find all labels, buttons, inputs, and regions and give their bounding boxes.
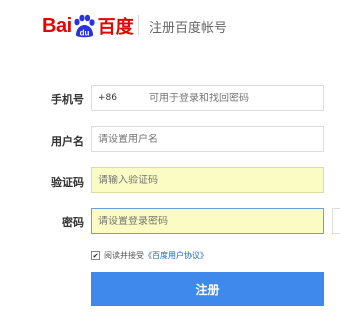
svg-text:du: du [79,29,89,38]
phone-label: 手机号 [51,93,84,106]
password-input[interactable] [98,215,323,227]
username-label: 用户名 [51,135,84,148]
header-divider [138,15,139,35]
paw-icon: du [74,14,95,38]
side-panel-tab[interactable] [332,208,340,234]
agree-text: 阅读并接受 [104,251,144,260]
logo-text-chinese: 百度 [97,17,134,38]
username-field[interactable] [91,126,324,152]
page-title: 注册百度帐号 [149,21,228,36]
phone-field[interactable]: +86 [91,85,324,111]
captcha-field[interactable] [91,167,324,193]
username-input[interactable] [98,133,323,145]
logo-text-bai: Bai [42,14,72,37]
captcha-input[interactable] [98,174,323,186]
phone-input[interactable] [149,92,323,104]
country-code-prefix[interactable]: +86 [98,93,117,103]
password-field[interactable] [91,208,324,234]
agreement-row: ✔ 阅读并接受 《百度用户协议》 [91,250,208,261]
register-button[interactable]: 注册 [91,272,324,306]
user-agreement-link[interactable]: 《百度用户协议》 [144,250,208,261]
baidu-logo[interactable]: Bai du 百度 [42,8,134,44]
captcha-label: 验证码 [51,176,84,189]
password-label: 密码 [62,216,84,229]
agree-checkbox[interactable]: ✔ [91,251,100,260]
